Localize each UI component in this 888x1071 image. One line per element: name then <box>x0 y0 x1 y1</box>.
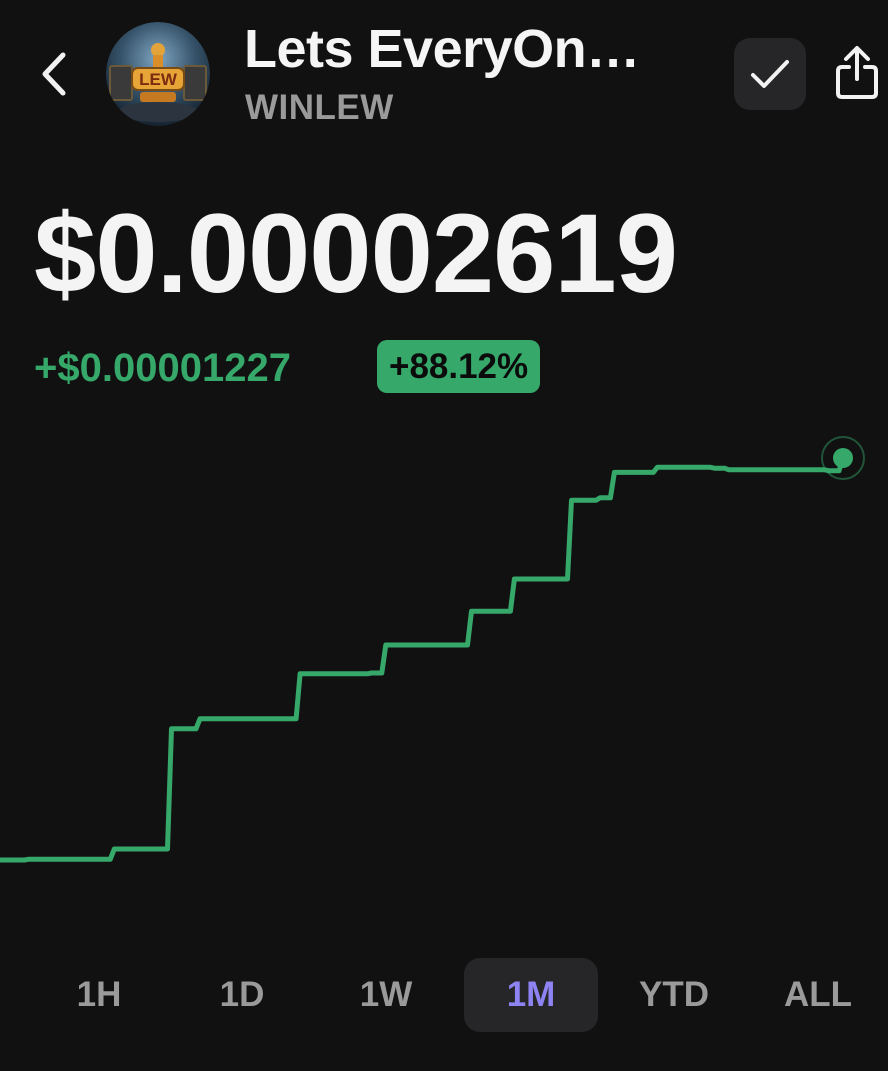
chevron-left-icon <box>42 52 66 96</box>
token-symbol: WINLEW <box>245 88 394 127</box>
tab-1d[interactable]: 1D <box>187 958 297 1032</box>
watchlist-button[interactable] <box>734 38 806 110</box>
token-avatar: LEW <box>106 22 210 126</box>
back-button[interactable] <box>28 44 80 104</box>
price-line <box>0 455 846 863</box>
checkmark-icon <box>751 60 789 88</box>
price-chart[interactable] <box>0 420 888 920</box>
token-logo-text: LEW <box>139 70 178 89</box>
current-price: $0.00002619 <box>34 191 678 316</box>
tab-ytd[interactable]: YTD <box>607 958 741 1032</box>
price-change-amount: +$0.00001227 <box>34 346 291 390</box>
tab-1h[interactable]: 1H <box>44 958 154 1032</box>
token-name: Lets EveryOn… <box>244 19 640 79</box>
current-point <box>833 448 853 468</box>
token-logo: LEW <box>106 22 210 126</box>
timeframe-tabs: 1H 1D 1W 1M YTD ALL <box>0 958 888 1034</box>
tab-1w[interactable]: 1W <box>331 958 441 1032</box>
share-button[interactable] <box>826 40 888 106</box>
share-icon <box>836 46 878 99</box>
tab-1m[interactable]: 1M <box>464 958 598 1032</box>
header: LEW Lets EveryOn… WINLEW <box>0 0 888 150</box>
price-change-percent-badge: +88.12% <box>377 340 541 393</box>
tab-all[interactable]: ALL <box>758 958 878 1032</box>
